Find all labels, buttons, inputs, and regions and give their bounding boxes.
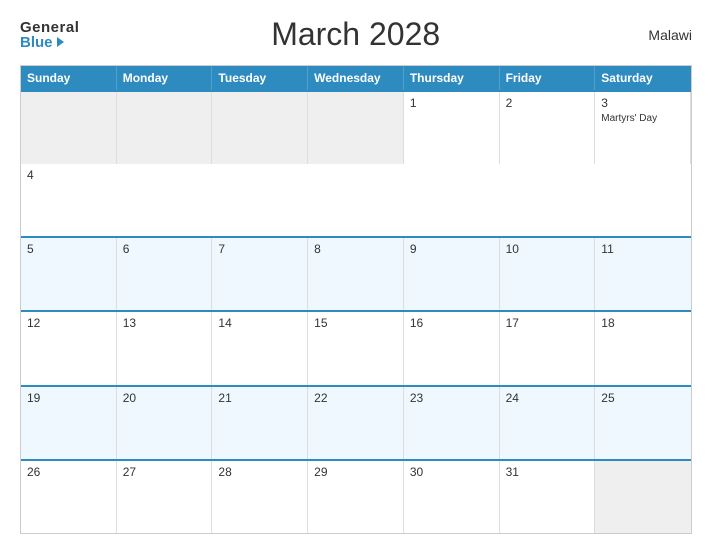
day-cell: 7 bbox=[212, 238, 308, 310]
day-cell: 6 bbox=[117, 238, 213, 310]
day-number: 30 bbox=[410, 465, 493, 479]
day-event: Martyrs' Day bbox=[601, 112, 684, 125]
day-cell: 12 bbox=[21, 312, 117, 384]
logo-triangle-icon bbox=[57, 37, 64, 47]
day-number: 7 bbox=[218, 242, 301, 256]
day-number: 9 bbox=[410, 242, 493, 256]
day-cell: 30 bbox=[404, 461, 500, 533]
calendar-title: March 2028 bbox=[79, 16, 632, 53]
day-number: 6 bbox=[123, 242, 206, 256]
logo-general-text: General bbox=[20, 20, 79, 35]
day-cell: 22 bbox=[308, 387, 404, 459]
week-row-4: 19 20 21 22 23 24 25 bbox=[21, 385, 691, 459]
day-number: 13 bbox=[123, 316, 206, 330]
weekday-header-wednesday: Wednesday bbox=[308, 66, 404, 90]
country-label: Malawi bbox=[632, 27, 692, 43]
day-number: 10 bbox=[506, 242, 589, 256]
day-number: 14 bbox=[218, 316, 301, 330]
day-cell: 23 bbox=[404, 387, 500, 459]
day-cell bbox=[117, 92, 213, 164]
day-cell: 1 bbox=[404, 92, 500, 164]
day-number: 15 bbox=[314, 316, 397, 330]
day-cell bbox=[21, 92, 117, 164]
calendar-body: 123Martyrs' Day4567891011121314151617181… bbox=[21, 90, 691, 533]
day-cell: 27 bbox=[117, 461, 213, 533]
weekday-header-monday: Monday bbox=[117, 66, 213, 90]
logo: General Blue bbox=[20, 20, 79, 50]
day-cell: 9 bbox=[404, 238, 500, 310]
week-row-1: 123 Martyrs' Day 4 bbox=[21, 90, 691, 236]
day-cell bbox=[308, 92, 404, 164]
weekday-header-thursday: Thursday bbox=[404, 66, 500, 90]
day-cell: 19 bbox=[21, 387, 117, 459]
day-number: 26 bbox=[27, 465, 110, 479]
day-cell bbox=[595, 461, 691, 533]
day-number: 28 bbox=[218, 465, 301, 479]
day-number: 16 bbox=[410, 316, 493, 330]
day-number: 21 bbox=[218, 391, 301, 405]
day-number: 24 bbox=[506, 391, 589, 405]
weekday-header-friday: Friday bbox=[500, 66, 596, 90]
day-number: 22 bbox=[314, 391, 397, 405]
logo-blue-text: Blue bbox=[20, 35, 64, 50]
day-number: 8 bbox=[314, 242, 397, 256]
day-number: 19 bbox=[27, 391, 110, 405]
day-cell bbox=[212, 92, 308, 164]
day-number: 23 bbox=[410, 391, 493, 405]
page-header: General Blue March 2028 Malawi bbox=[20, 16, 692, 53]
day-cell: 4 bbox=[21, 164, 117, 236]
day-number: 18 bbox=[601, 316, 685, 330]
day-cell: 17 bbox=[500, 312, 596, 384]
day-cell: 25 bbox=[595, 387, 691, 459]
day-cell: 26 bbox=[21, 461, 117, 533]
day-cell: 29 bbox=[308, 461, 404, 533]
day-cell: 3 Martyrs' Day bbox=[595, 92, 691, 164]
day-cell: 28 bbox=[212, 461, 308, 533]
day-cell: 8 bbox=[308, 238, 404, 310]
weekday-header-sunday: Sunday bbox=[21, 66, 117, 90]
calendar: SundayMondayTuesdayWednesdayThursdayFrid… bbox=[20, 65, 692, 534]
day-cell: 20 bbox=[117, 387, 213, 459]
day-cell: 16 bbox=[404, 312, 500, 384]
day-number: 31 bbox=[506, 465, 589, 479]
day-number: 12 bbox=[27, 316, 110, 330]
weekday-header-tuesday: Tuesday bbox=[212, 66, 308, 90]
day-number: 27 bbox=[123, 465, 206, 479]
day-cell: 11 bbox=[595, 238, 691, 310]
day-cell: 21 bbox=[212, 387, 308, 459]
day-cell: 18 bbox=[595, 312, 691, 384]
week-row-3: 12 13 14 15 16 17 18 bbox=[21, 310, 691, 384]
day-cell: 14 bbox=[212, 312, 308, 384]
day-number: 29 bbox=[314, 465, 397, 479]
day-cell: 10 bbox=[500, 238, 596, 310]
weekday-header-saturday: Saturday bbox=[595, 66, 691, 90]
day-number: 2 bbox=[506, 96, 589, 110]
day-number: 20 bbox=[123, 391, 206, 405]
week-row-2: 56789 10 11 bbox=[21, 236, 691, 310]
day-number: 4 bbox=[27, 168, 111, 182]
day-cell: 2 bbox=[500, 92, 596, 164]
calendar-weekday-header: SundayMondayTuesdayWednesdayThursdayFrid… bbox=[21, 66, 691, 90]
day-number: 17 bbox=[506, 316, 589, 330]
day-cell: 24 bbox=[500, 387, 596, 459]
day-number: 1 bbox=[410, 96, 493, 110]
day-number: 11 bbox=[601, 242, 685, 256]
day-cell: 5 bbox=[21, 238, 117, 310]
day-cell: 15 bbox=[308, 312, 404, 384]
day-cell: 13 bbox=[117, 312, 213, 384]
day-number: 3 bbox=[601, 96, 684, 110]
day-number: 25 bbox=[601, 391, 685, 405]
day-number: 5 bbox=[27, 242, 110, 256]
day-cell: 31 bbox=[500, 461, 596, 533]
week-row-5: 26 27 28 29 30 31 bbox=[21, 459, 691, 533]
